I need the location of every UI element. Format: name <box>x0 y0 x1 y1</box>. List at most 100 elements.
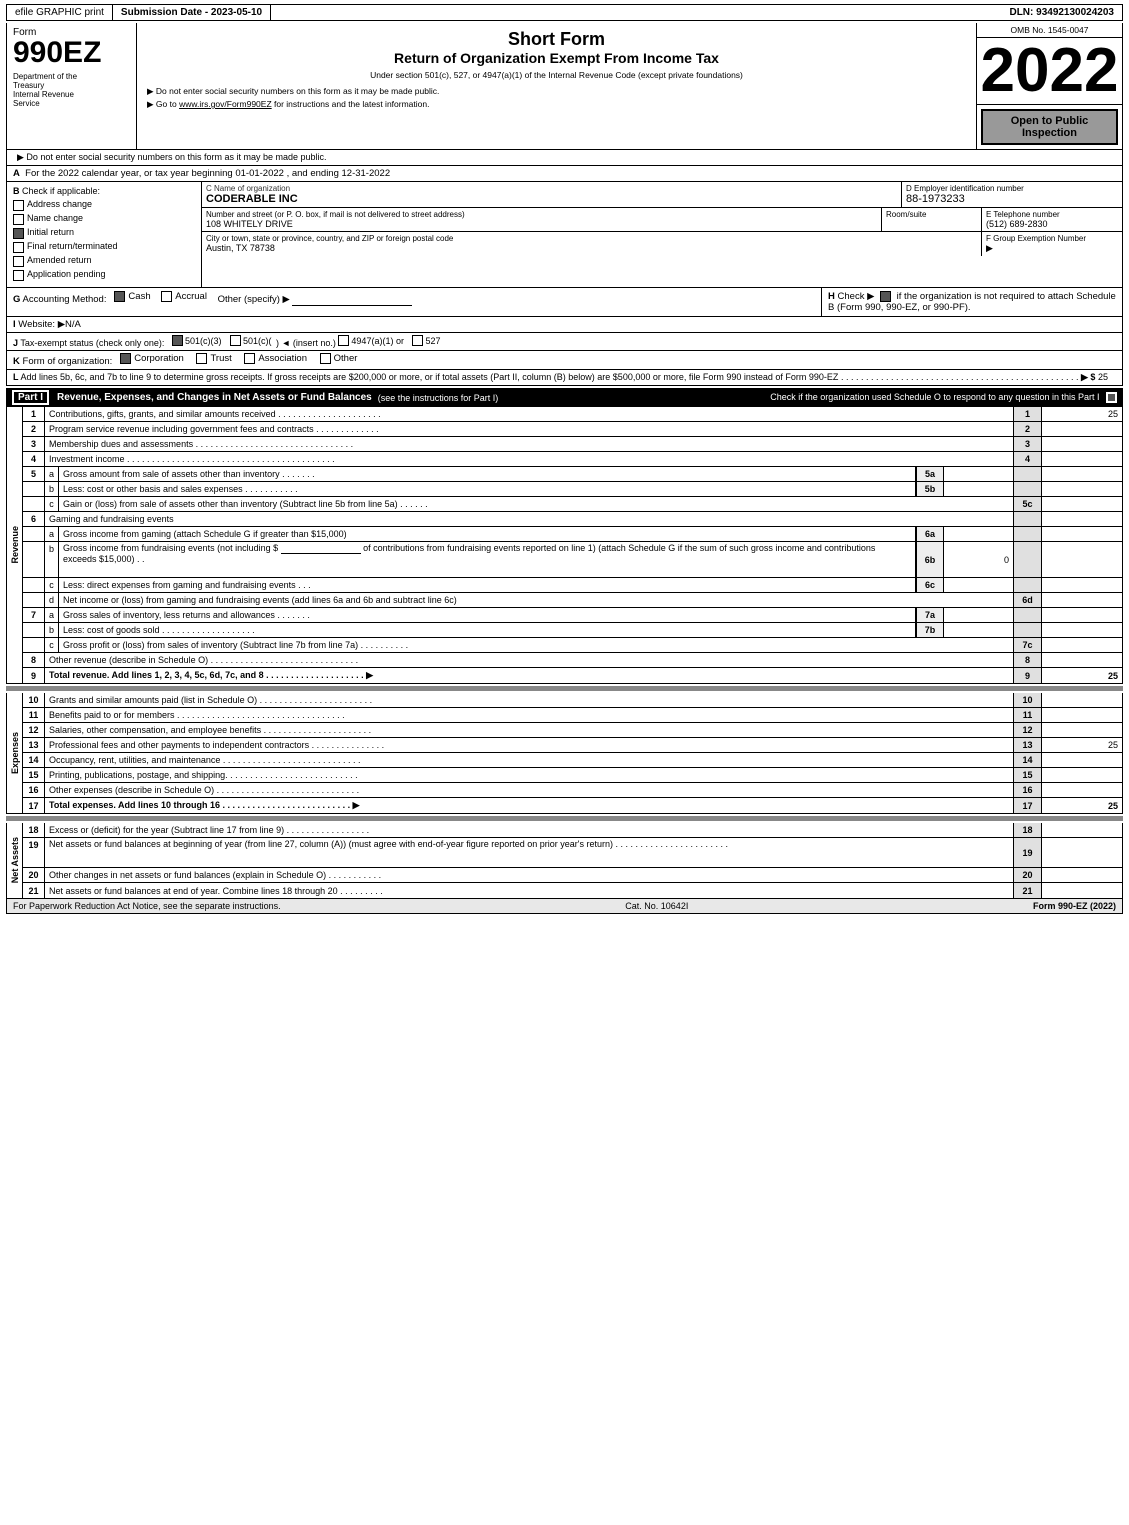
check-final-return: Final return/terminated <box>13 241 195 253</box>
row-7a-amount <box>1042 608 1122 622</box>
cb-501c[interactable] <box>230 335 241 346</box>
label-527: 527 <box>425 336 440 346</box>
row-5c-desc: Gain or (loss) from sale of assets other… <box>59 497 1014 511</box>
row-6a-field <box>1014 527 1042 541</box>
paperwork-text: For Paperwork Reduction Act Notice, see … <box>13 901 281 911</box>
row-4-num: 4 <box>23 452 45 466</box>
row-5c-sub: c <box>45 497 59 511</box>
cb-accrual[interactable] <box>161 291 172 302</box>
row-2: 2 Program service revenue including gove… <box>23 422 1122 437</box>
cb-corp[interactable] <box>120 353 131 364</box>
row-7a: 7 a Gross sales of inventory, less retur… <box>23 608 1122 623</box>
check-app-pending: Application pending <box>13 269 195 281</box>
row-6c: c Less: direct expenses from gaming and … <box>23 578 1122 593</box>
row-3-desc: Membership dues and assessments . . . . … <box>45 437 1014 451</box>
row-20-amount <box>1042 868 1122 882</box>
row-2-field: 2 <box>1014 422 1042 436</box>
row-1: 1 Contributions, gifts, grants, and simi… <box>23 407 1122 422</box>
row-21-desc: Net assets or fund balances at end of ye… <box>45 883 1014 898</box>
row-11-field: 11 <box>1014 708 1042 722</box>
cb-h[interactable] <box>880 291 891 302</box>
row-16-desc: Other expenses (describe in Schedule O) … <box>45 783 1014 797</box>
page: efile GRAPHIC print Submission Date - 20… <box>0 0 1129 918</box>
row-7b-inline: 7b <box>916 623 944 637</box>
row-7c-desc: Gross profit or (loss) from sales of inv… <box>59 638 1014 652</box>
row-19-desc: Net assets or fund balances at beginning… <box>45 838 1014 867</box>
dept-info: Department of the Treasury Internal Reve… <box>13 72 130 108</box>
section-b-label: B <box>13 186 20 196</box>
cb-4947[interactable] <box>338 335 349 346</box>
label-other: Other <box>334 353 358 364</box>
row-6b-desc: Gross income from fundraising events (no… <box>59 542 916 577</box>
row-6a-num <box>23 527 45 541</box>
row-5b-inline-val <box>944 482 1014 496</box>
check-amended-return: Amended return <box>13 255 195 267</box>
label-corp: Corporation <box>134 353 184 364</box>
row-3-num: 3 <box>23 437 45 451</box>
row-17: 17 Total expenses. Add lines 10 through … <box>23 798 1122 813</box>
row-5b-num <box>23 482 45 496</box>
cb-trust[interactable] <box>196 353 207 364</box>
row-21-field: 21 <box>1014 883 1042 898</box>
open-to-public: Open to Public Inspection <box>981 109 1118 145</box>
row-7b: b Less: cost of goods sold . . . . . . .… <box>23 623 1122 638</box>
cb-schedule-o[interactable] <box>1106 392 1117 403</box>
form-ref: Form 990-EZ (2022) <box>1033 901 1116 911</box>
section-a-label: A <box>13 168 20 179</box>
row-13-num: 13 <box>23 738 45 752</box>
row-10-desc: Grants and similar amounts paid (list in… <box>45 693 1014 707</box>
footer: For Paperwork Reduction Act Notice, see … <box>6 899 1123 914</box>
row-19-field: 19 <box>1014 838 1042 867</box>
section-b-text: Check if applicable: <box>22 186 100 196</box>
cb-cash[interactable] <box>114 291 125 302</box>
org-name-cell: C Name of organization CODERABLE INC <box>202 182 902 207</box>
row-6-amount <box>1042 512 1122 526</box>
label-insert-no: ) ◄ (insert no.) <box>276 338 338 348</box>
row-5b-desc: Less: cost or other basis and sales expe… <box>59 482 916 496</box>
cb-name-change[interactable] <box>13 214 24 225</box>
row-10: 10 Grants and similar amounts paid (list… <box>23 693 1122 708</box>
side-label-revenue: Revenue <box>7 407 23 683</box>
row-5c-field: 5c <box>1014 497 1042 511</box>
row-12: 12 Salaries, other compensation, and emp… <box>23 723 1122 738</box>
cb-amended-return[interactable] <box>13 256 24 267</box>
other-specify: Other (specify) ▶ <box>218 294 290 305</box>
row-11-desc: Benefits paid to or for members . . . . … <box>45 708 1014 722</box>
ein-value: 88-1973233 <box>906 193 1118 205</box>
row-9-num: 9 <box>23 668 45 683</box>
row-7c-sub: c <box>45 638 59 652</box>
address-value: 108 WHITELY DRIVE <box>206 219 877 229</box>
section-j: J Tax-exempt status (check only one): 50… <box>6 333 1123 351</box>
cb-assoc[interactable] <box>244 353 255 364</box>
cb-address-change[interactable] <box>13 200 24 211</box>
row-5a-num: 5 <box>23 467 45 481</box>
row-20: 20 Other changes in net assets or fund b… <box>23 868 1122 883</box>
section-a-row: A For the 2022 calendar year, or tax yea… <box>6 166 1123 182</box>
row-9-amount: 25 <box>1042 668 1122 683</box>
row-7b-desc: Less: cost of goods sold . . . . . . . .… <box>59 623 916 637</box>
row-6a-desc: Gross income from gaming (attach Schedul… <box>59 527 916 541</box>
cb-527[interactable] <box>412 335 423 346</box>
row-3: 3 Membership dues and assessments . . . … <box>23 437 1122 452</box>
row-6a-sub: a <box>45 527 59 541</box>
cb-501c3[interactable] <box>172 335 183 346</box>
section-l-amount: 25 <box>1098 372 1108 382</box>
row-6d: d Net income or (loss) from gaming and f… <box>23 593 1122 608</box>
efile-label: efile GRAPHIC print <box>7 5 113 20</box>
row-1-field: 1 <box>1014 407 1042 421</box>
row-3-field: 3 <box>1014 437 1042 451</box>
cb-other[interactable] <box>320 353 331 364</box>
cb-app-pending[interactable] <box>13 270 24 281</box>
city-label: City or town, state or province, country… <box>206 234 977 243</box>
row-6d-desc: Net income or (loss) from gaming and fun… <box>59 593 1014 607</box>
row-10-num: 10 <box>23 693 45 707</box>
row-12-desc: Salaries, other compensation, and employ… <box>45 723 1014 737</box>
cb-final-return[interactable] <box>13 242 24 253</box>
row-5b-field <box>1014 482 1042 496</box>
row-21: 21 Net assets or fund balances at end of… <box>23 883 1122 898</box>
row-8-num: 8 <box>23 653 45 667</box>
row-5a-field <box>1014 467 1042 481</box>
row-13-desc: Professional fees and other payments to … <box>45 738 1014 752</box>
section-divider-1 <box>6 686 1123 691</box>
cb-initial-return[interactable] <box>13 228 24 239</box>
